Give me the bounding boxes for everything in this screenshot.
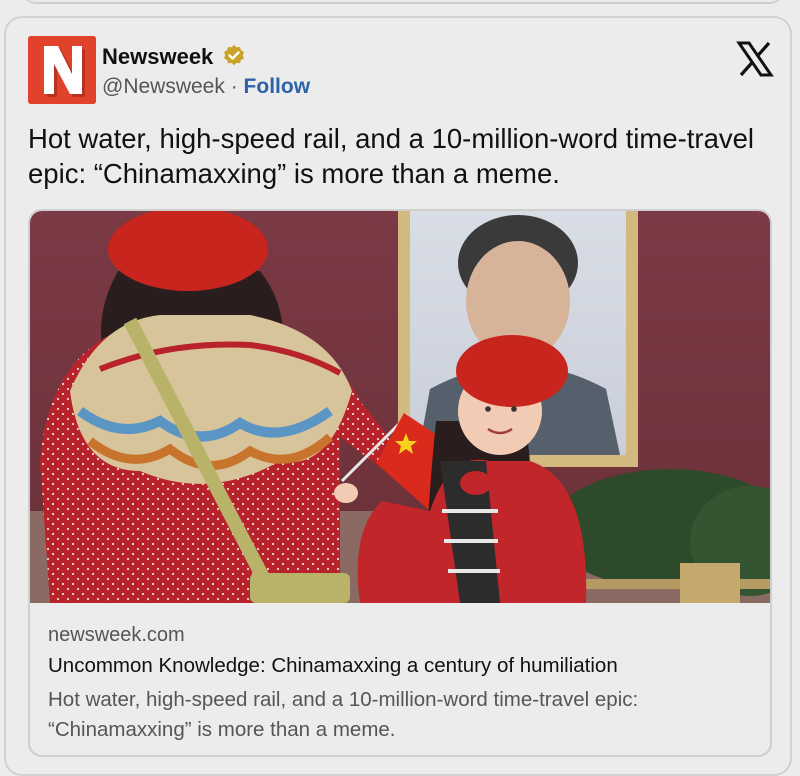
link-title[interactable]: Uncommon Knowledge: Chinamaxxing a centu… [48,654,618,678]
x-logo-icon[interactable] [736,40,774,78]
verified-badge-icon [224,45,244,66]
separator-dot: · [230,75,238,98]
tweet-card[interactable]: Newsweek @Newsweek · Follow Hot water, h… [4,16,792,776]
follow-button[interactable]: Follow [244,75,311,98]
newsweek-logo-mark [28,36,96,104]
author-name[interactable]: Newsweek [102,44,213,70]
link-preview-card[interactable]: newsweek.com Uncommon Knowledge: Chinama… [28,209,772,757]
link-domain[interactable]: newsweek.com [48,624,185,647]
newsweek-logo[interactable] [28,36,96,104]
tweet-text: Hot water, high-speed rail, and a 10-mil… [28,123,755,189]
previous-card-edge [22,0,784,4]
author-handle[interactable]: @Newsweek [102,75,225,98]
article-photo[interactable] [30,211,770,603]
handle-row: @Newsweek · Follow [102,75,310,99]
link-description: Hot water, high-speed rail, and a 10-mil… [48,688,639,741]
